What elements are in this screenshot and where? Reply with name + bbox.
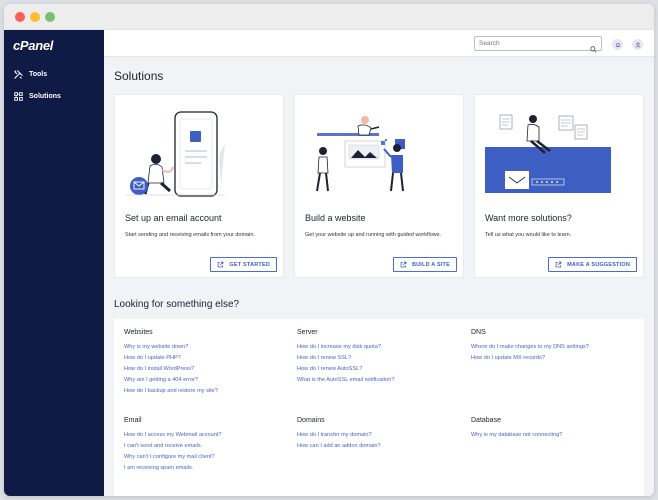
sidebar: cPanel Tools Solutions	[4, 30, 104, 496]
sidebar-item-tools[interactable]: Tools	[14, 70, 47, 79]
help-link[interactable]: How do I update PHP?	[124, 355, 218, 361]
button-label: GET STARTED	[229, 261, 270, 268]
links-heading: Database	[471, 417, 501, 424]
external-link-icon	[555, 261, 562, 268]
suggestion-illustration	[485, 114, 611, 193]
sidebar-item-solutions[interactable]: Solutions	[14, 92, 61, 101]
help-link[interactable]: How do I update MX records?	[471, 355, 589, 361]
dns-links: DNS Where do I make changes to my DNS se…	[471, 329, 589, 366]
card-title: Want more solutions?	[485, 213, 572, 223]
bell-icon	[615, 42, 620, 47]
minimize-window-button[interactable]	[30, 12, 40, 22]
help-section-title: Looking for something else?	[114, 299, 240, 310]
external-link-icon	[218, 261, 224, 268]
notifications-button[interactable]	[612, 39, 623, 50]
help-link[interactable]: How do I backup and restore my site?	[124, 388, 218, 394]
more-solutions-card: Want more solutions? Tell us what you wo…	[474, 94, 644, 278]
help-links-panel: Websites Why is my website down? How do …	[114, 319, 644, 496]
page-title: Solutions	[114, 69, 164, 83]
build-website-card: Build a website Get your website up and …	[294, 94, 464, 278]
card-title: Build a website	[305, 213, 366, 223]
help-link[interactable]: Why am I getting a 404 error?	[124, 377, 218, 383]
help-link[interactable]: Why is my website down?	[124, 344, 218, 350]
sidebar-item-label: Solutions	[29, 93, 61, 100]
search-input[interactable]	[474, 36, 602, 51]
card-description: Get your website up and running with gui…	[305, 232, 442, 238]
sidebar-item-label: Tools	[29, 71, 48, 78]
domains-links: Domains How do I transfer my domain? How…	[297, 417, 381, 454]
button-label: MAKE A SUGGESTION	[567, 261, 630, 268]
help-link[interactable]: I am receiving spam emails.	[124, 465, 222, 471]
help-link[interactable]: How do I transfer my domain?	[297, 432, 381, 438]
database-links: Database Why is my database not connecti…	[471, 417, 562, 443]
card-description: Start sending and receiving emails from …	[125, 232, 255, 238]
cpanel-logo[interactable]: cPanel	[13, 38, 53, 53]
tools-icon	[14, 70, 23, 79]
server-links: Server How do I increase my disk quota? …	[297, 329, 394, 388]
top-bar	[104, 30, 654, 57]
links-heading: DNS	[471, 329, 486, 336]
window-titlebar	[4, 4, 654, 30]
links-heading: Server	[297, 329, 318, 336]
website-illustration	[316, 116, 405, 192]
help-link[interactable]: Why can't I configure my mail client?	[124, 454, 222, 460]
user-icon	[635, 41, 640, 48]
help-link[interactable]: How do I renew SSL?	[297, 355, 394, 361]
help-link[interactable]: How can I add an addon domain?	[297, 443, 381, 449]
help-link[interactable]: I can't send and receive emails.	[124, 443, 222, 449]
maximize-window-button[interactable]	[45, 12, 55, 22]
help-link[interactable]: How do I renew AutoSSL?	[297, 366, 394, 372]
links-heading: Domains	[297, 417, 325, 424]
email-account-card: Set up an email account Start sending an…	[114, 94, 284, 278]
close-window-button[interactable]	[15, 12, 25, 22]
card-title: Set up an email account	[125, 213, 222, 223]
websites-links: Websites Why is my website down? How do …	[124, 329, 218, 399]
help-link[interactable]: Where do I make changes to my DNS settin…	[471, 344, 589, 350]
main-content: Solutions Set up an email account Start …	[104, 57, 654, 496]
help-link[interactable]: How do I access my Webmail account?	[124, 432, 222, 438]
get-started-button[interactable]: GET STARTED	[210, 257, 277, 272]
help-link[interactable]: What is the AutoSSL email notification?	[297, 377, 394, 383]
email-links: Email How do I access my Webmail account…	[124, 417, 222, 476]
links-heading: Websites	[124, 329, 153, 336]
email-illustration	[125, 111, 225, 197]
build-a-site-button[interactable]: BUILD A SITE	[392, 257, 457, 272]
external-link-icon	[400, 261, 407, 268]
button-label: BUILD A SITE	[411, 261, 450, 268]
help-link[interactable]: Why is my database not connecting?	[471, 432, 562, 438]
user-account-button[interactable]	[632, 39, 643, 50]
solutions-icon	[14, 92, 23, 101]
help-link[interactable]: How do I increase my disk quota?	[297, 344, 394, 350]
links-heading: Email	[124, 417, 142, 424]
browser-window: cPanel Tools Solutions Solutions	[4, 4, 654, 496]
card-description: Tell us what you would like to learn.	[485, 232, 572, 238]
search-icon[interactable]	[590, 40, 597, 58]
make-a-suggestion-button[interactable]: MAKE A SUGGESTION	[548, 257, 637, 272]
help-link[interactable]: How do I install WordPress?	[124, 366, 218, 372]
